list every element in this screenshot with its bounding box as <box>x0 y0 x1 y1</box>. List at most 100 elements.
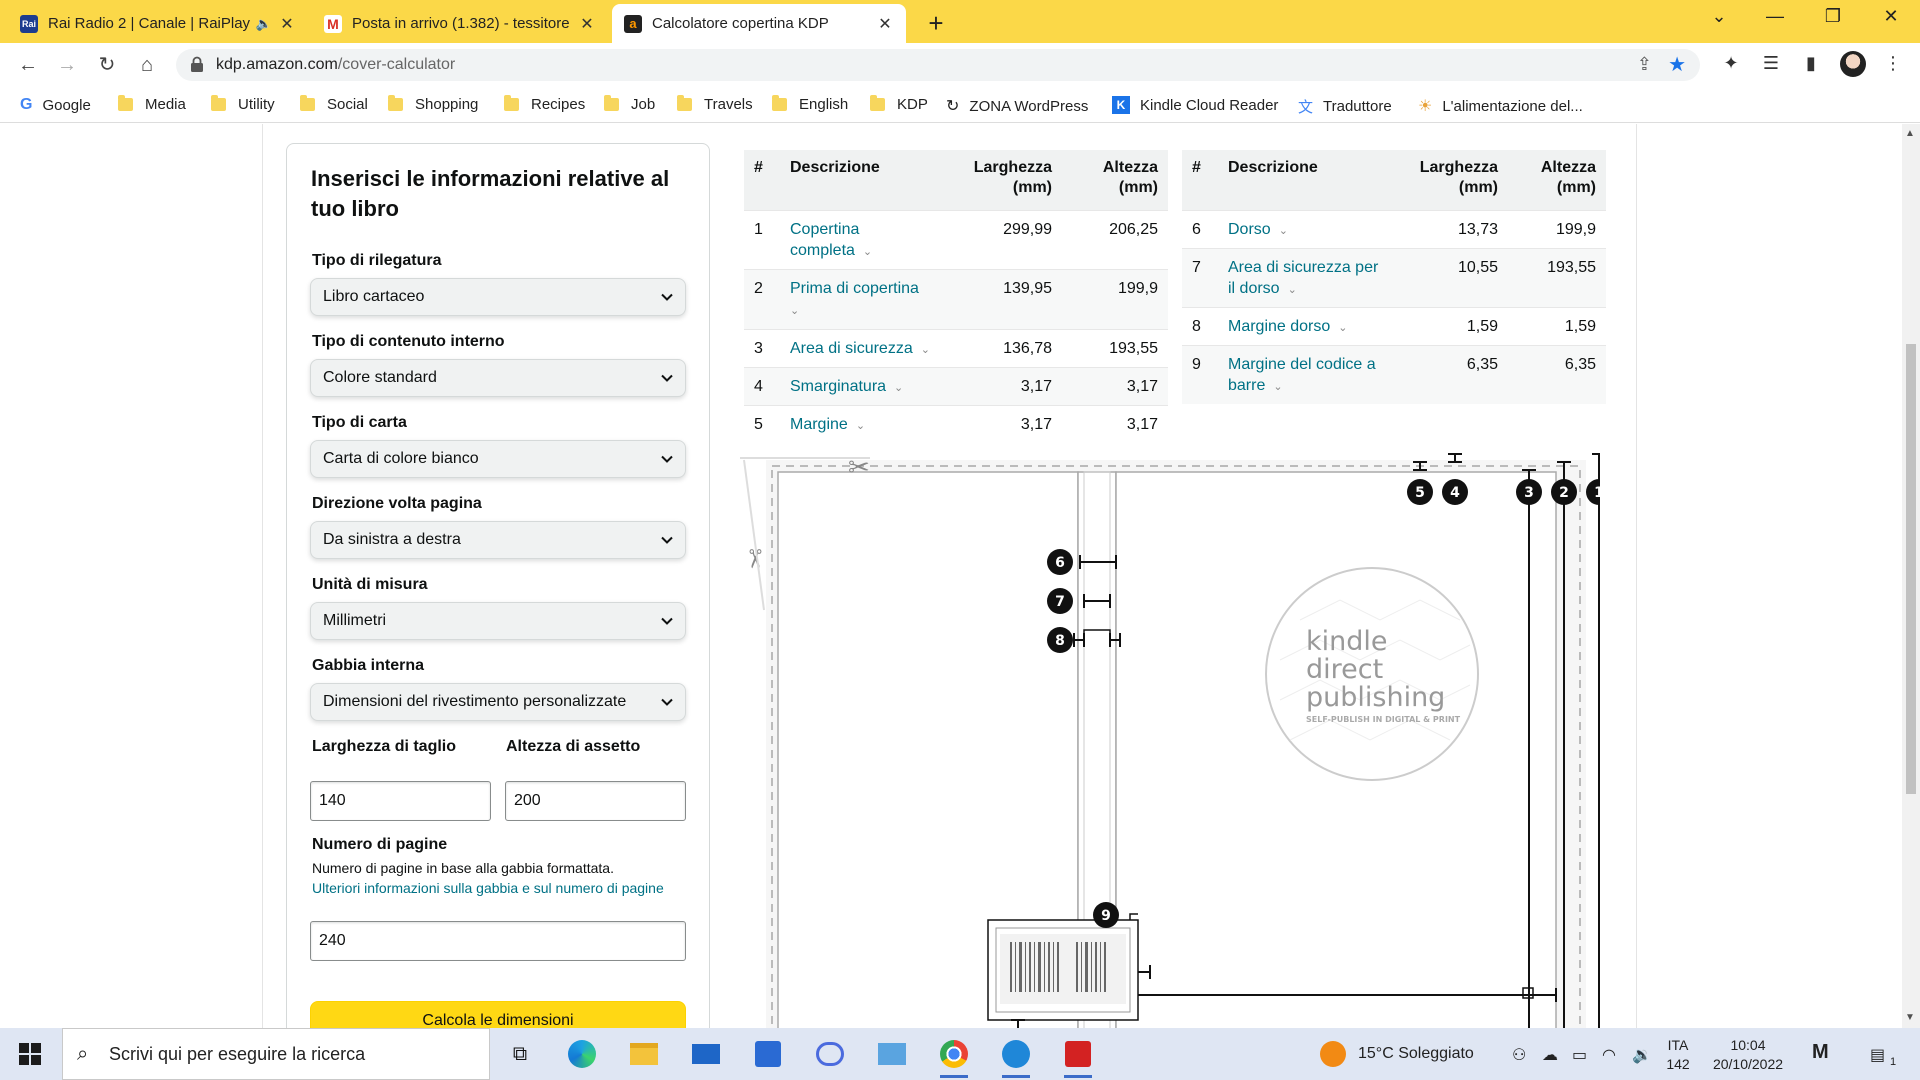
row-description[interactable]: Smarginatura ⌄ <box>780 366 950 405</box>
chevron-down-icon[interactable]: ⌄ <box>856 420 865 432</box>
new-tab-button[interactable]: + <box>922 8 950 39</box>
profile-avatar[interactable] <box>1840 51 1866 77</box>
row-description[interactable]: Prima di copertina ⌄ <box>780 268 950 329</box>
control-panel-icon[interactable] <box>872 1036 912 1072</box>
scroll-thumb[interactable] <box>1906 344 1916 794</box>
chevron-down-icon[interactable]: ⌄ <box>790 305 799 317</box>
row-description-link[interactable]: Margine <box>790 416 848 433</box>
taskbar-search-box[interactable]: ⌕ Scrivi qui per eseguire la ricerca <box>62 1028 490 1080</box>
bookmark-google[interactable]: G Google <box>20 96 91 114</box>
row-description[interactable]: Dorso ⌄ <box>1218 209 1398 248</box>
row-description[interactable]: Area di sicurezza per il dorso ⌄ <box>1218 247 1398 307</box>
wifi-icon[interactable]: ◠ <box>1602 1045 1616 1065</box>
bookmark-english[interactable]: English <box>772 95 848 113</box>
paper-type-select[interactable]: Carta di colore bianco <box>310 440 686 478</box>
volume-icon[interactable]: 🔉 <box>1632 1045 1652 1065</box>
weather-sun-icon[interactable] <box>1320 1041 1346 1067</box>
chevron-down-icon[interactable]: ⌄ <box>1288 284 1297 296</box>
chevron-down-icon[interactable]: ⌄ <box>894 382 903 394</box>
row-description[interactable]: Margine dorso ⌄ <box>1218 306 1398 345</box>
menu-kebab-icon[interactable]: ⋮ <box>1880 53 1906 74</box>
trim-height-input[interactable]: 200 <box>505 781 686 821</box>
home-icon[interactable]: ⌂ <box>133 51 161 79</box>
bookmark-travels[interactable]: Travels <box>677 95 753 113</box>
tab-search-icon[interactable]: ⌄ <box>1696 6 1742 27</box>
media-control-icon[interactable]: ☰ <box>1758 53 1784 74</box>
mail-icon[interactable] <box>686 1036 726 1072</box>
chevron-down-icon[interactable]: ⌄ <box>863 246 872 258</box>
vertical-scrollbar[interactable]: ▲ ▼ <box>1902 124 1920 1028</box>
bookmark-recipes[interactable]: Recipes <box>504 95 585 113</box>
trim-size-select[interactable]: Dimensioni del rivestimento personalizza… <box>310 683 686 721</box>
task-view-icon[interactable]: ⧉ <box>500 1036 540 1072</box>
row-description[interactable]: Margine del codice a barre ⌄ <box>1218 344 1398 404</box>
row-description[interactable]: Copertina completa ⌄ <box>780 209 950 269</box>
bookmark-alimentazione[interactable]: ☀ L'alimentazione del... <box>1418 96 1583 116</box>
edge-icon[interactable] <box>562 1036 602 1072</box>
input-language[interactable]: ITA 142 <box>1650 1036 1706 1074</box>
acrobat-icon[interactable] <box>1058 1036 1098 1078</box>
chevron-down-icon[interactable]: ⌄ <box>921 344 930 356</box>
tab-gmail[interactable]: M Posta in arrivo (1.382) - tessitore ✕ <box>312 4 608 43</box>
bookmark-media[interactable]: Media <box>118 95 186 113</box>
close-tab-icon[interactable]: ✕ <box>876 14 894 34</box>
file-explorer-icon[interactable] <box>624 1036 664 1072</box>
windows-start-icon[interactable] <box>18 1042 42 1066</box>
page-direction-select[interactable]: Da sinistra a destra <box>310 521 686 559</box>
chevron-down-icon[interactable]: ⌄ <box>1273 381 1282 393</box>
back-arrow-icon[interactable]: ← <box>14 51 42 79</box>
bookmark-star-icon[interactable]: ★ <box>1668 52 1686 77</box>
cloud-icon[interactable]: ☁ <box>1542 1045 1558 1065</box>
chat-icon[interactable] <box>810 1036 850 1072</box>
tab-kdp-calculator[interactable]: a Calcolatore copertina KDP ✕ <box>612 4 906 43</box>
scroll-down-arrow-icon[interactable]: ▼ <box>1905 1012 1915 1023</box>
row-description-link[interactable]: Copertina completa <box>790 221 859 259</box>
bookmark-zona-wordpress[interactable]: ↻ ZONA WordPress <box>946 96 1088 116</box>
trim-width-input[interactable]: 140 <box>310 781 491 821</box>
row-description-link[interactable]: Prima di copertina <box>790 280 919 297</box>
store-icon[interactable] <box>748 1036 788 1072</box>
row-description-link[interactable]: Dorso <box>1228 221 1271 238</box>
minimize-button[interactable]: — <box>1752 6 1798 27</box>
chrome-icon[interactable] <box>934 1036 974 1078</box>
bookmark-job[interactable]: Job <box>604 95 655 113</box>
people-icon[interactable]: ⚇ <box>1512 1045 1526 1065</box>
weather-text[interactable]: 15°C Soleggiato <box>1358 1045 1474 1063</box>
address-bar[interactable]: kdp.amazon.com/cover-calculator ⇪ ★ <box>176 49 1700 81</box>
bookmark-utility[interactable]: Utility <box>211 95 275 113</box>
restore-button[interactable]: ❐ <box>1810 6 1856 27</box>
speaker-icon[interactable]: 🔈 <box>256 16 272 32</box>
bookmark-traduttore[interactable]: 文 Traduttore <box>1298 96 1392 117</box>
close-tab-icon[interactable]: ✕ <box>278 14 296 34</box>
scroll-up-arrow-icon[interactable]: ▲ <box>1905 128 1915 139</box>
reload-icon[interactable]: ↻ <box>93 51 121 79</box>
close-tab-icon[interactable]: ✕ <box>578 14 596 34</box>
bookmark-social[interactable]: Social <box>300 95 368 113</box>
unit-select[interactable]: Millimetri <box>310 602 686 640</box>
extensions-puzzle-icon[interactable]: ✦ <box>1718 53 1744 74</box>
notifications-icon[interactable]: ▤ <box>1870 1045 1885 1065</box>
calculate-dimensions-button[interactable]: Calcola le dimensioni <box>310 1001 686 1028</box>
row-description-link[interactable]: Margine del codice a barre <box>1228 356 1376 394</box>
chevron-down-icon[interactable]: ⌄ <box>1338 322 1347 334</box>
chevron-down-icon[interactable]: ⌄ <box>1279 225 1288 237</box>
page-count-input[interactable]: 240 <box>310 921 686 961</box>
bookmark-shopping[interactable]: Shopping <box>388 95 478 113</box>
meet-now-icon[interactable]: M <box>1812 1041 1829 1064</box>
forward-arrow-icon[interactable]: → <box>53 51 81 79</box>
content-type-select[interactable]: Colore standard <box>310 359 686 397</box>
side-panel-icon[interactable]: ▮ <box>1798 53 1824 74</box>
row-description[interactable]: Margine ⌄ <box>780 404 950 443</box>
lock-icon[interactable] <box>190 56 204 72</box>
binding-select[interactable]: Libro cartaceo <box>310 278 686 316</box>
bookmark-kindle-cloud-reader[interactable]: K Kindle Cloud Reader <box>1112 96 1278 114</box>
system-clock[interactable]: 10:04 20/10/2022 <box>1706 1036 1790 1074</box>
row-description-link[interactable]: Area di sicurezza <box>790 340 913 357</box>
row-description-link[interactable]: Smarginatura <box>790 378 886 395</box>
bookmark-kdp[interactable]: KDP <box>870 95 928 113</box>
battery-icon[interactable]: ▭ <box>1572 1045 1587 1065</box>
share-icon[interactable]: ⇪ <box>1637 54 1652 75</box>
tab-raiplay[interactable]: Rai Rai Radio 2 | Canale | RaiPlay 🔈 ✕ <box>8 4 308 43</box>
row-description-link[interactable]: Area di sicurezza per il dorso <box>1228 259 1378 297</box>
thunderbird-icon[interactable] <box>996 1036 1036 1078</box>
